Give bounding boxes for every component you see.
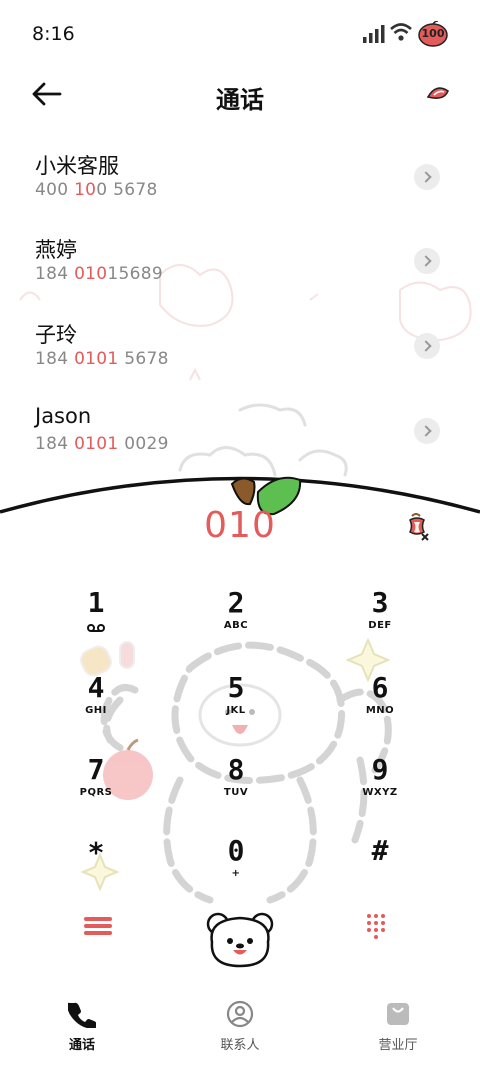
contact-name: 子玲 xyxy=(35,323,77,347)
menu-icon[interactable] xyxy=(84,914,112,938)
battery-icon: 100 xyxy=(418,21,448,47)
list-item[interactable]: 子玲 184 0101 5678 xyxy=(0,309,480,389)
key-6[interactable]: 6 MNO xyxy=(325,673,435,743)
phone-icon xyxy=(67,1002,98,1029)
key-7[interactable]: 7 PQRS xyxy=(41,755,151,825)
keypad-toggle-icon[interactable] xyxy=(367,914,393,940)
tab-label: 通话 xyxy=(68,1038,95,1053)
key-9[interactable]: 9 WXYZ xyxy=(325,755,435,825)
dialer-actions xyxy=(0,908,480,968)
tab-label: 联系人 xyxy=(220,1038,260,1053)
key-1[interactable]: 1 xyxy=(41,588,151,658)
key-4[interactable]: 4 GHI xyxy=(41,673,151,743)
contact-name: 小米客服 xyxy=(35,154,119,178)
chevron-right-icon[interactable] xyxy=(414,333,440,359)
bottom-nav: 通话 联系人 营业厅 xyxy=(0,990,480,1067)
chevron-right-icon[interactable] xyxy=(414,164,440,190)
contact-number: 400 100 5678 xyxy=(35,180,158,200)
signal-icon xyxy=(363,25,385,43)
chevron-right-icon[interactable] xyxy=(414,418,440,444)
theme-apple-slice-icon[interactable] xyxy=(426,83,450,105)
tab-store[interactable]: 营业厅 xyxy=(348,1000,448,1053)
page-title: 通话 xyxy=(216,86,264,114)
contact-number: 184 0101 0029 xyxy=(35,434,169,454)
contacts-icon xyxy=(226,1000,254,1028)
delete-apple-core-icon[interactable] xyxy=(402,512,432,544)
store-icon xyxy=(387,1003,409,1025)
status-time: 8:16 xyxy=(32,23,75,45)
list-item[interactable]: 小米客服 400 100 5678 xyxy=(0,140,480,220)
status-bar: 8:16 100 xyxy=(0,0,480,66)
key-0[interactable]: 0 + xyxy=(181,836,291,906)
list-item[interactable]: 燕婷 184 01015689 xyxy=(0,224,480,304)
contact-number: 184 0101 5678 xyxy=(35,349,169,369)
call-bear-button[interactable] xyxy=(204,908,276,970)
key-star[interactable]: * xyxy=(41,838,151,908)
top-bar: 通话 xyxy=(0,66,480,126)
list-item[interactable]: Jason 184 0101 0029 xyxy=(0,394,480,474)
tab-calls[interactable]: 通话 xyxy=(32,1000,132,1053)
chevron-right-icon[interactable] xyxy=(414,248,440,274)
contact-name: 燕婷 xyxy=(35,238,77,262)
tab-contacts[interactable]: 联系人 xyxy=(190,1000,290,1053)
tab-label: 营业厅 xyxy=(378,1038,418,1053)
key-hash[interactable]: # xyxy=(325,836,435,906)
key-5[interactable]: 5 JKL xyxy=(181,673,291,743)
contact-name: Jason xyxy=(35,404,92,428)
key-8[interactable]: 8 TUV xyxy=(181,755,291,825)
contact-number: 184 01015689 xyxy=(35,264,164,284)
battery-level: 100 xyxy=(421,27,445,40)
wifi-icon xyxy=(390,23,412,41)
key-3[interactable]: 3 DEF xyxy=(325,588,435,658)
key-2[interactable]: 2 ABC xyxy=(181,588,291,658)
voicemail-icon xyxy=(87,624,105,632)
